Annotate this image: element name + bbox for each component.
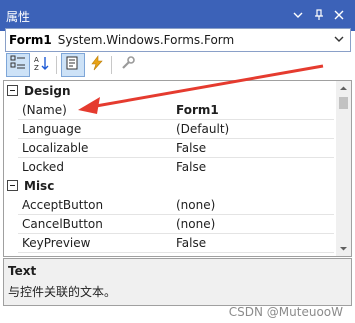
annotation-arrow (78, 64, 324, 114)
